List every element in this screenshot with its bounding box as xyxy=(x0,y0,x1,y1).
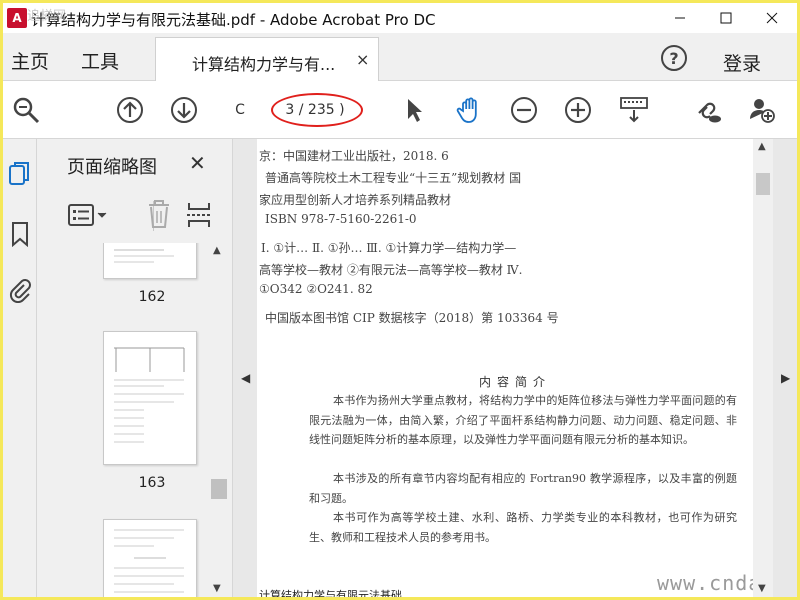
keyboard-icon xyxy=(620,97,648,123)
intro-paragraph: 本书作为扬州大学重点教材，将结构力学中的矩阵位移法与弹性力学平面问题的有限元法融… xyxy=(309,394,737,446)
cip-line: 京：中国建材工业出版社，2018. 6 xyxy=(259,149,449,163)
thumbnails-panel-title: 页面缩略图 xyxy=(67,157,157,178)
collapse-right-panel-icon[interactable]: ▶ xyxy=(781,371,790,385)
menu-tools[interactable]: 工具 xyxy=(81,47,119,74)
page-thumbnails-button[interactable] xyxy=(8,161,32,187)
maximize-button[interactable] xyxy=(703,3,749,33)
document-scrollbar-thumb[interactable] xyxy=(756,173,770,195)
toolbar: C 3 / 235 ) xyxy=(3,81,797,139)
thumbnail-label-163: 163 xyxy=(138,475,166,491)
window-title: 计算结构力学与有限元法基础.pdf - Adobe Acrobat Pro DC xyxy=(31,11,436,29)
hand-tool-icon xyxy=(456,97,477,123)
zoom-in-button[interactable] xyxy=(563,95,593,125)
crop-page-button[interactable] xyxy=(185,199,213,231)
share-link-button[interactable] xyxy=(693,95,723,125)
crop-icon xyxy=(187,203,211,227)
thumbnails-scrollbar[interactable]: ▲ ▼ xyxy=(209,243,229,597)
bookmarks-button[interactable] xyxy=(8,221,32,247)
red-annotation-ellipse xyxy=(271,93,363,127)
cip-line: 家应用型创新人才培养系列精品教材 xyxy=(259,193,452,207)
arrow-down-circle-icon xyxy=(171,97,197,123)
document-scrollbar[interactable]: ▲ ▼ xyxy=(753,139,773,597)
bookmark-icon xyxy=(12,222,28,247)
options-list-icon xyxy=(68,204,107,226)
thumbnail-page-162[interactable] xyxy=(103,243,197,279)
hand-tool-button[interactable] xyxy=(455,95,485,125)
scroll-up-arrow-icon[interactable]: ▲ xyxy=(213,245,221,256)
add-user-button[interactable] xyxy=(747,95,777,125)
thumbnail-options-button[interactable] xyxy=(67,201,111,229)
help-button[interactable]: ? xyxy=(661,45,687,71)
cip-line: 高等学校—教材 ②有限元法—高等学校—教材 Ⅳ. xyxy=(259,263,523,277)
intro-paragraph: 本书可作为高等学校土建、水利、路桥、力学类专业的本科教材，也可作为研究生、教师和… xyxy=(309,511,737,544)
paperclip-icon xyxy=(9,279,31,303)
menu-bar: 主页 工具 计算结构力学与有... × ? 登录 xyxy=(3,33,797,81)
pages-icon xyxy=(9,162,29,185)
zoom-icon xyxy=(13,97,40,124)
watermark-top: 追梯网 xyxy=(27,9,67,24)
page-number-input[interactable]: C xyxy=(225,97,255,123)
document-tab[interactable]: 计算结构力学与有... × xyxy=(155,37,379,81)
watermark-bottom: www.cndao.com xyxy=(657,571,765,595)
zoom-in-icon xyxy=(565,97,591,123)
thumbnails-panel-close-button[interactable]: ✕ xyxy=(189,151,206,175)
document-tab-label: 计算结构力学与有... xyxy=(192,55,336,74)
thumbnail-list: 162 163 xyxy=(37,243,209,597)
acrobat-window: A 计算结构力学与有限元法基础.pdf - Adobe Acrobat Pro … xyxy=(3,3,797,597)
trash-icon xyxy=(149,200,169,228)
thumbnail-content xyxy=(114,249,174,263)
thumbnail-page-163[interactable] xyxy=(103,331,197,465)
link-cloud-icon xyxy=(698,102,721,123)
thumbnail-page-164[interactable] xyxy=(103,519,197,597)
zoom-out-icon xyxy=(511,97,537,123)
title-bar: A 计算结构力学与有限元法基础.pdf - Adobe Acrobat Pro … xyxy=(3,3,797,33)
keyboard-scroll-button[interactable] xyxy=(619,95,649,125)
acrobat-icon: A xyxy=(7,8,27,28)
thumbnail-label-162: 162 xyxy=(138,289,166,305)
menu-home[interactable]: 主页 xyxy=(11,47,49,74)
attachments-button[interactable] xyxy=(8,277,32,303)
cip-line: ISBN 978-7-5160-2261-0 xyxy=(265,212,417,226)
page-thumbnails-panel: 页面缩略图 ✕ 162 163 ▲ ▼ xyxy=(37,139,233,597)
cip-line: Ⅰ. ①计… Ⅱ. ①孙… Ⅲ. ①计算力学—结构力学— xyxy=(261,241,517,255)
close-window-button[interactable] xyxy=(749,3,795,33)
thumbnails-toolbar xyxy=(67,193,223,233)
cip-line: 中国版本图书馆 CIP 数据核字（2018）第 103364 号 xyxy=(265,311,559,325)
page-footer: 计算结构力学与有限元法基础 xyxy=(259,589,402,597)
prev-page-button[interactable] xyxy=(115,95,145,125)
cip-line: 普通高等院校土木工程专业“十三五”规划教材 国 xyxy=(265,171,522,185)
thumbnail-content xyxy=(114,347,185,443)
close-icon xyxy=(766,12,778,24)
scroll-up-arrow-icon[interactable]: ▲ xyxy=(758,141,766,152)
intro-paragraph: 本书涉及的所有章节内容均配有相应的 Fortran90 教学源程序，以及丰富的例… xyxy=(309,472,737,505)
minimize-button[interactable] xyxy=(657,3,703,33)
document-viewer: ◀ 京：中国建材工业出版社，2018. 6 普通高等院校土木工程专业“十三五”规… xyxy=(233,139,797,597)
left-rail xyxy=(3,139,37,597)
login-button[interactable]: 登录 xyxy=(723,49,761,76)
thumbnail-content xyxy=(114,529,184,593)
select-tool-button[interactable] xyxy=(399,95,429,125)
minimize-icon xyxy=(675,17,685,19)
delete-page-button[interactable] xyxy=(145,199,173,231)
add-user-icon xyxy=(750,99,775,123)
select-arrow-icon xyxy=(408,99,422,122)
zoom-search-button[interactable] xyxy=(11,95,41,125)
thumbnails-scrollbar-thumb[interactable] xyxy=(211,479,227,499)
section-title: 内容简介 xyxy=(479,375,552,389)
scroll-down-arrow-icon[interactable]: ▼ xyxy=(213,583,221,594)
maximize-icon xyxy=(720,12,732,24)
scroll-down-arrow-icon[interactable]: ▼ xyxy=(758,583,766,594)
arrow-up-circle-icon xyxy=(117,97,143,123)
document-tab-close-button[interactable]: × xyxy=(356,50,369,69)
zoom-out-button[interactable] xyxy=(509,95,539,125)
pdf-page: 京：中国建材工业出版社，2018. 6 普通高等院校土木工程专业“十三五”规划教… xyxy=(257,139,765,597)
next-page-button[interactable] xyxy=(169,95,199,125)
collapse-left-panel-icon[interactable]: ◀ xyxy=(241,371,250,385)
cip-line: ①O342 ②O241. 82 xyxy=(259,282,373,296)
